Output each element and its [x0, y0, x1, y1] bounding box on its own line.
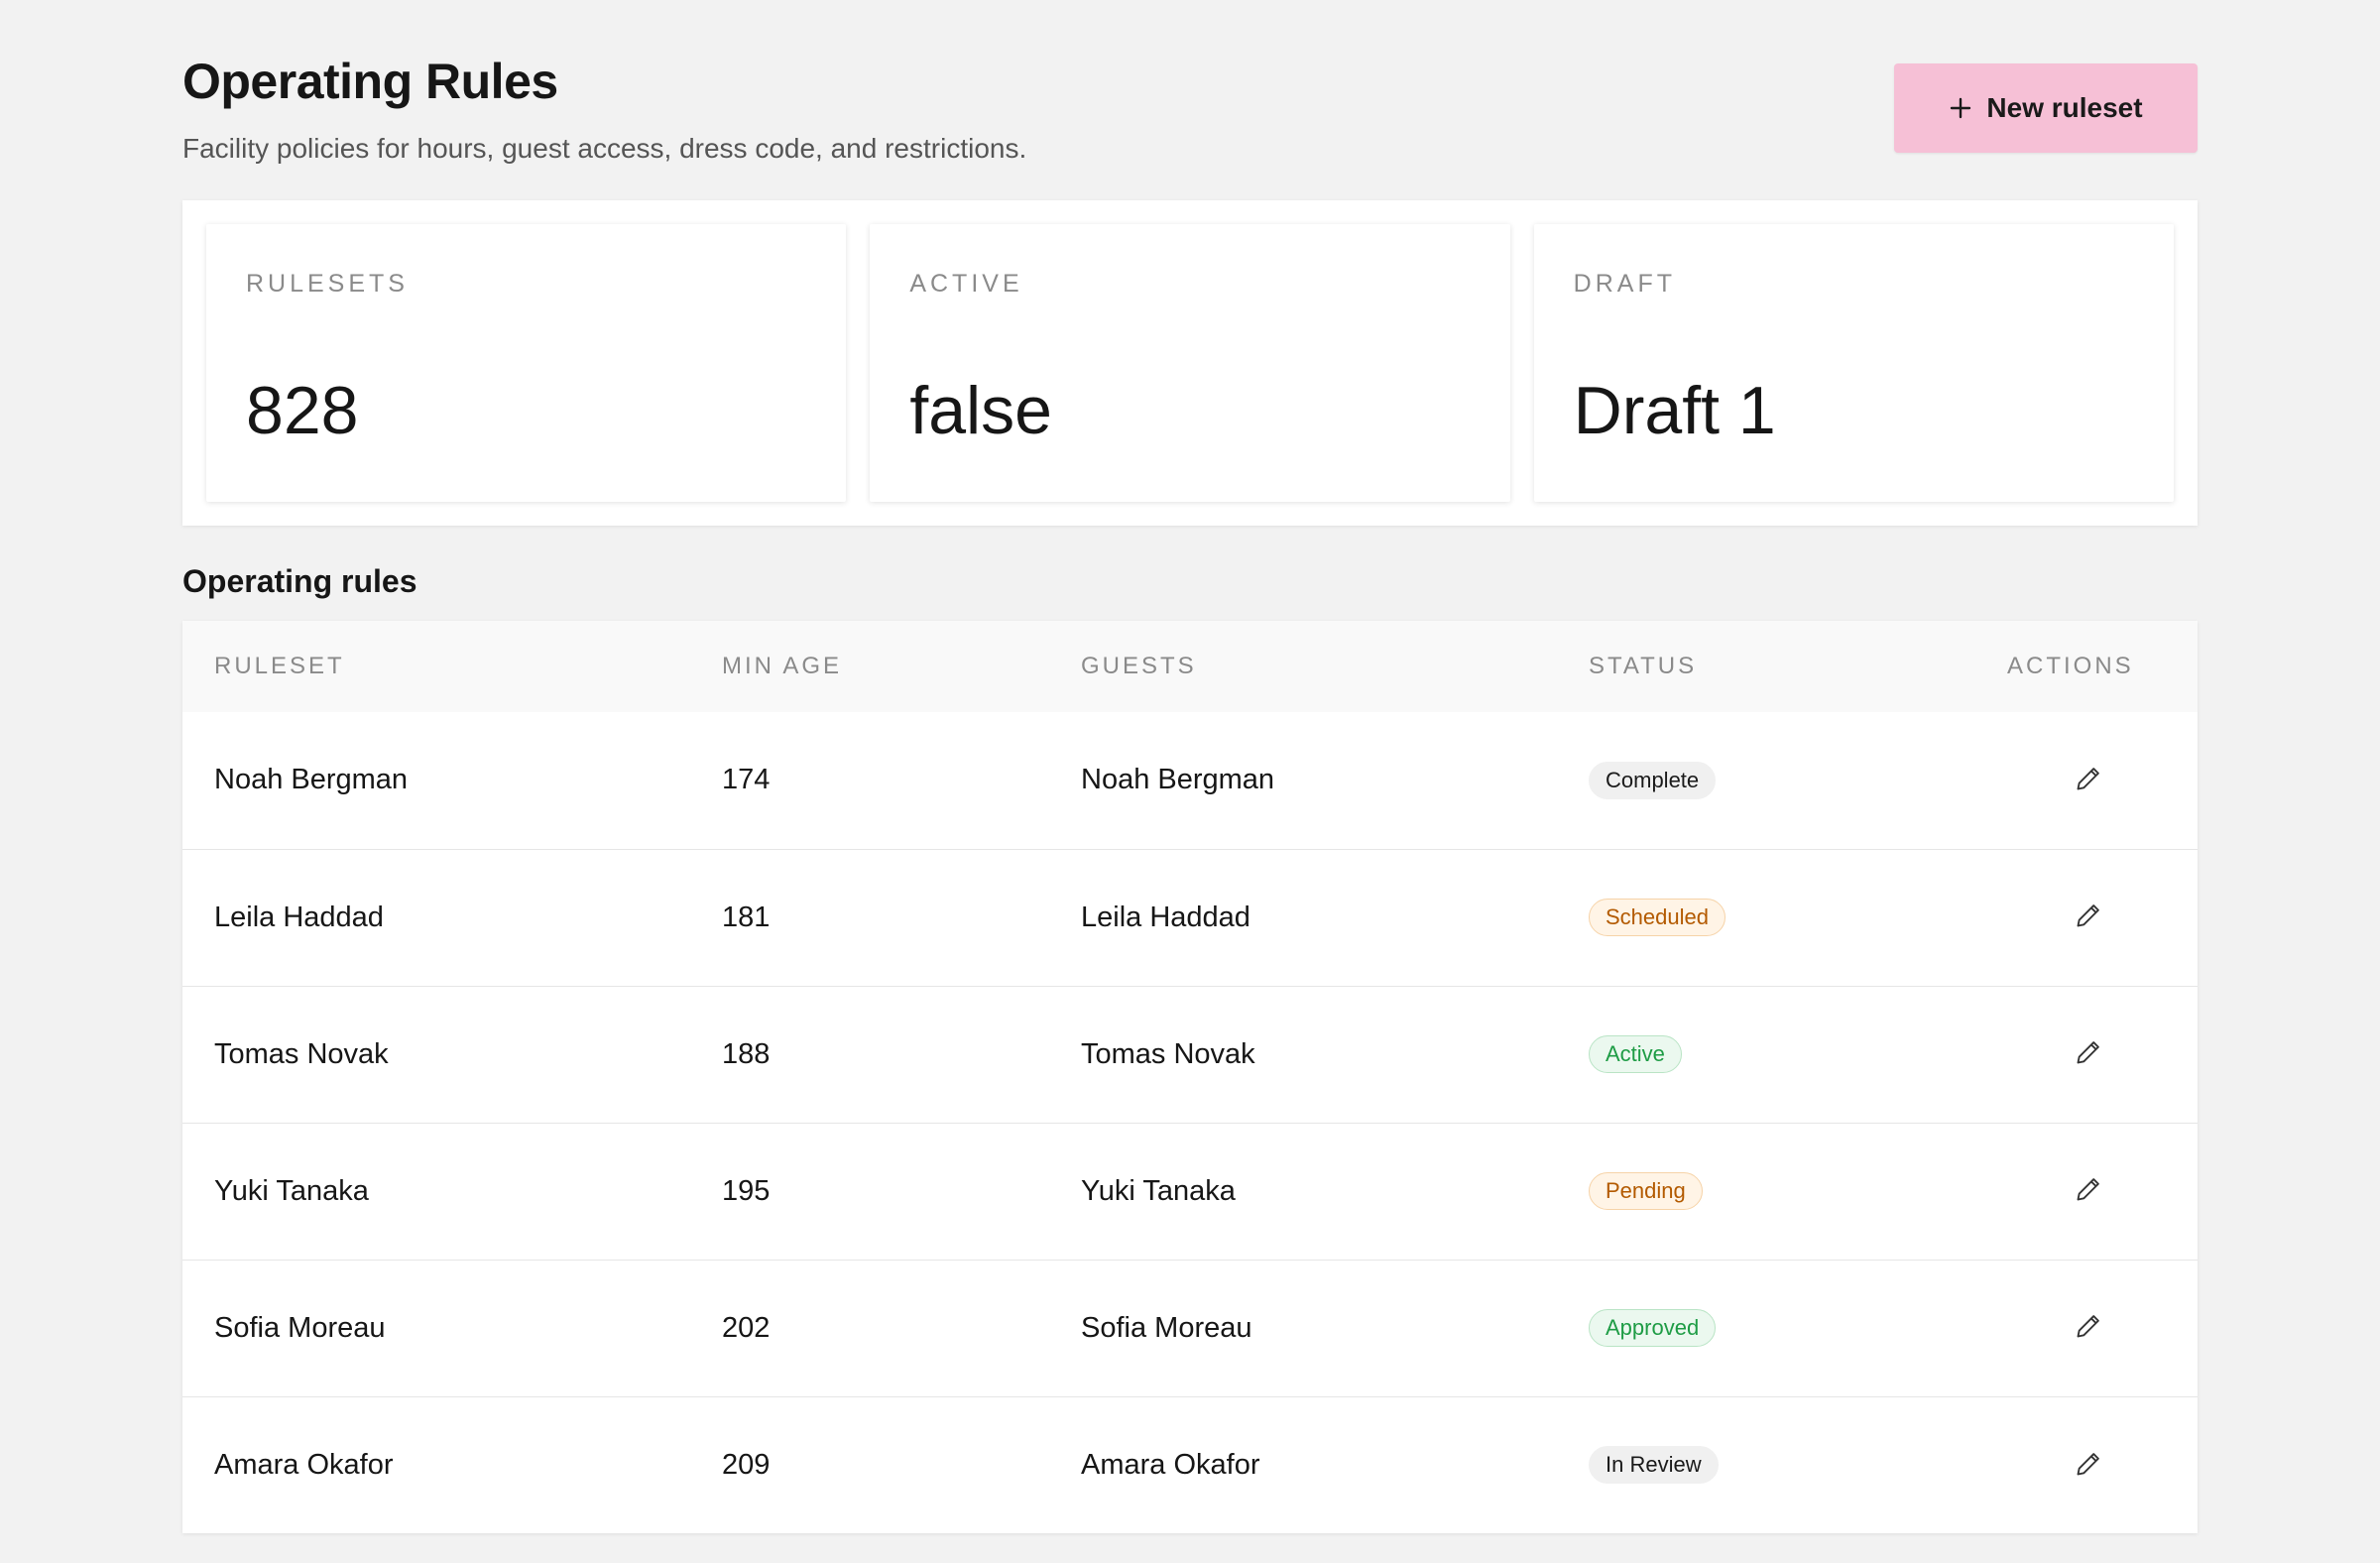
cell-min-age: 195 [722, 1174, 771, 1207]
cell-min-age: 202 [722, 1311, 771, 1344]
pencil-icon [2075, 1175, 2102, 1206]
cell-ruleset: Amara Okafor [214, 1448, 394, 1481]
cell-ruleset: Tomas Novak [214, 1037, 389, 1070]
rules-table-panel: RULESET MIN AGE GUESTS STATUS ACTIONS No… [182, 621, 2198, 1533]
stat-value: Draft 1 [1573, 373, 1776, 448]
cell-guests: Noah Bergman [1081, 764, 1275, 796]
edit-button[interactable] [2069, 1034, 2108, 1074]
pencil-icon [2075, 765, 2102, 795]
table-row: Sofia Moreau 202 Sofia Moreau Approved [182, 1260, 2198, 1396]
cell-status: Complete [1557, 712, 1975, 849]
status-badge: Pending [1589, 1172, 1703, 1210]
cell-status: In Review [1557, 1396, 1975, 1533]
status-badge: Scheduled [1589, 899, 1726, 936]
stat-label: DRAFT [1573, 270, 1676, 298]
table-row: Noah Bergman 174 Noah Bergman Complete [182, 712, 2198, 849]
column-header-ruleset: RULESET [214, 653, 345, 679]
column-header-min-age: MIN AGE [722, 653, 843, 679]
table-row: Leila Haddad 181 Leila Haddad Scheduled [182, 849, 2198, 986]
column-header-status: STATUS [1589, 653, 1698, 679]
stat-label: RULESETS [246, 270, 409, 298]
cell-actions [1975, 1396, 2198, 1533]
page-header: Operating Rules Facility policies for ho… [182, 0, 2198, 198]
cell-status: Scheduled [1557, 849, 1975, 986]
stat-card-active: ACTIVE false [870, 224, 1510, 502]
status-badge: Active [1589, 1035, 1682, 1073]
status-badge: In Review [1589, 1446, 1719, 1485]
cell-status: Approved [1557, 1260, 1975, 1396]
pencil-icon [2075, 902, 2102, 932]
cell-status: Active [1557, 986, 1975, 1123]
section-title: Operating rules [182, 563, 417, 599]
cell-guests: Amara Okafor [1081, 1448, 1260, 1481]
cell-actions [1975, 849, 2198, 986]
cell-guests: Sofia Moreau [1081, 1311, 1252, 1344]
cell-guests: Yuki Tanaka [1081, 1174, 1236, 1207]
pencil-icon [2075, 1312, 2102, 1343]
cell-actions [1975, 1123, 2198, 1260]
table-header-row: RULESET MIN AGE GUESTS STATUS ACTIONS [182, 621, 2198, 712]
edit-button[interactable] [2069, 1445, 2108, 1485]
cell-actions [1975, 1260, 2198, 1396]
edit-button[interactable] [2069, 898, 2108, 937]
table-row: Amara Okafor 209 Amara Okafor In Review [182, 1396, 2198, 1533]
cell-status: Pending [1557, 1123, 1975, 1260]
plus-icon [1949, 96, 1972, 120]
cell-ruleset: Noah Bergman [214, 764, 409, 796]
rules-table: RULESET MIN AGE GUESTS STATUS ACTIONS No… [182, 621, 2198, 1533]
stat-value: false [909, 373, 1052, 448]
column-header-guests: GUESTS [1081, 653, 1197, 679]
cell-ruleset: Leila Haddad [214, 901, 384, 933]
cell-min-age: 181 [722, 901, 771, 933]
page-title: Operating Rules [182, 54, 558, 109]
pencil-icon [2075, 1038, 2102, 1069]
page-subtitle: Facility policies for hours, guest acces… [182, 133, 1027, 164]
stat-label: ACTIVE [909, 270, 1023, 298]
stats-panel: RULESETS 828 ACTIVE false DRAFT Draft 1 [182, 200, 2198, 526]
new-ruleset-label: New ruleset [1986, 92, 2143, 123]
cell-ruleset: Sofia Moreau [214, 1311, 386, 1344]
cell-min-age: 188 [722, 1037, 771, 1070]
edit-button[interactable] [2069, 1171, 2108, 1211]
status-badge: Complete [1589, 761, 1717, 799]
cell-guests: Tomas Novak [1081, 1037, 1255, 1070]
pencil-icon [2075, 1450, 2102, 1481]
new-ruleset-button[interactable]: New ruleset [1894, 63, 2198, 153]
cell-min-age: 209 [722, 1448, 771, 1481]
cell-min-age: 174 [722, 764, 771, 796]
cell-actions [1975, 712, 2198, 849]
table-row: Tomas Novak 188 Tomas Novak Active [182, 986, 2198, 1123]
column-header-actions: ACTIONS [2007, 653, 2134, 679]
status-badge: Approved [1589, 1309, 1717, 1347]
table-row: Yuki Tanaka 195 Yuki Tanaka Pending [182, 1123, 2198, 1260]
edit-button[interactable] [2069, 761, 2108, 800]
stat-card-draft: DRAFT Draft 1 [1533, 224, 2174, 502]
cell-ruleset: Yuki Tanaka [214, 1174, 369, 1207]
stat-value: 828 [246, 373, 359, 448]
stat-card-rulesets: RULESETS 828 [206, 224, 847, 502]
cell-actions [1975, 986, 2198, 1123]
edit-button[interactable] [2069, 1308, 2108, 1348]
cell-guests: Leila Haddad [1081, 901, 1250, 933]
